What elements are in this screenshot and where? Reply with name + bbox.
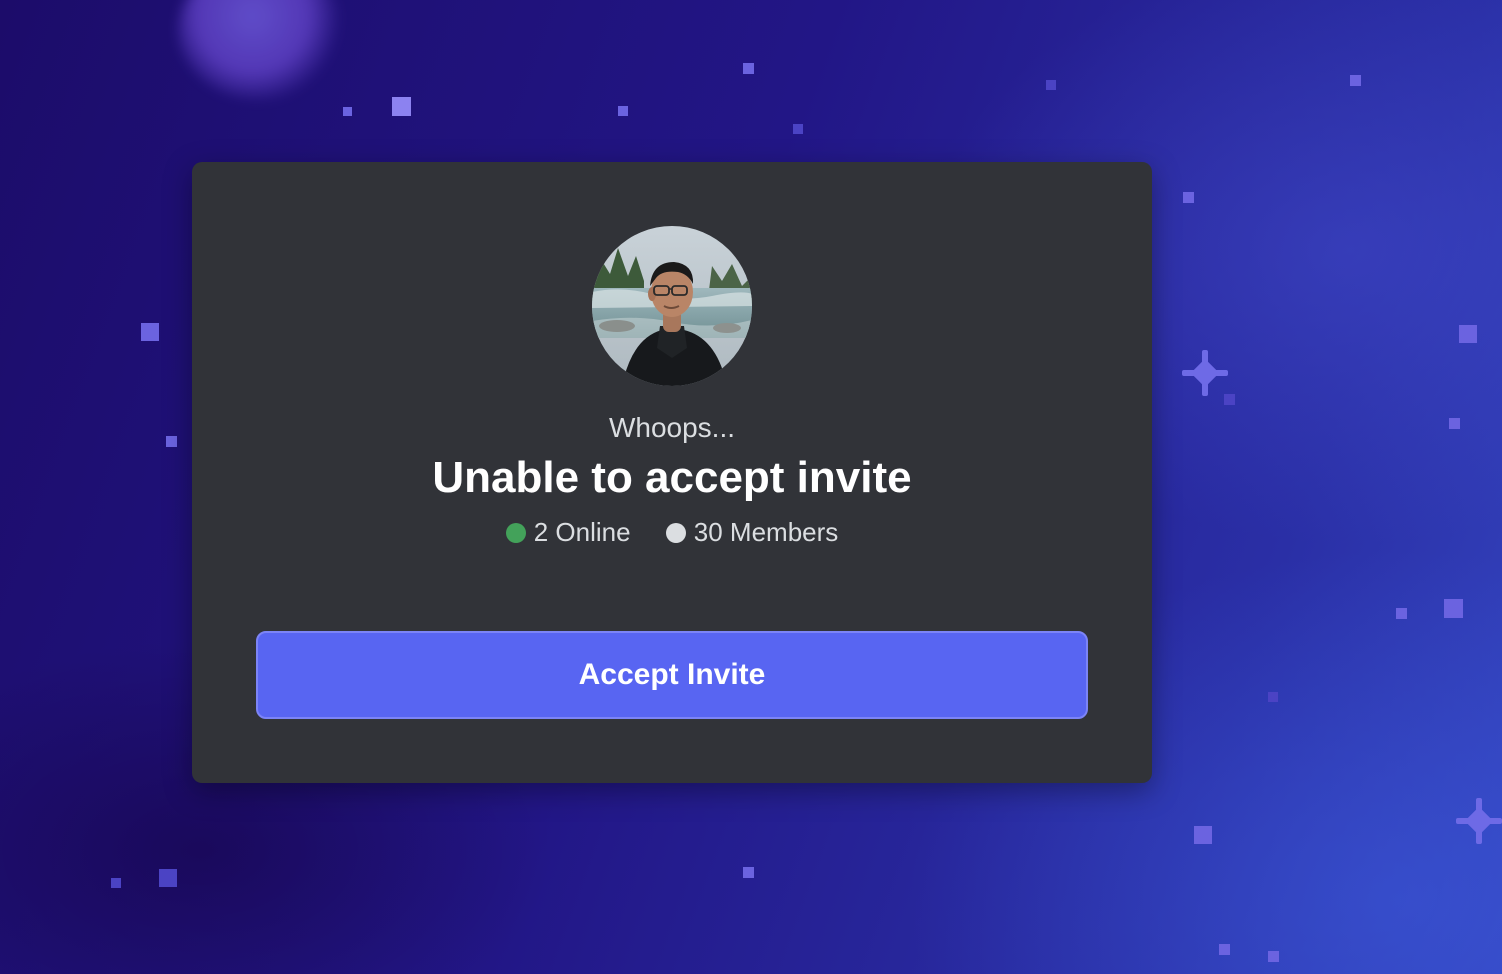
star-decoration (1396, 608, 1407, 619)
sparkle-decoration (1456, 798, 1502, 844)
star-decoration (1268, 692, 1278, 702)
star-decoration (743, 867, 754, 878)
star-decoration (1183, 192, 1194, 203)
star-decoration (159, 869, 177, 887)
invite-card: Whoops... Unable to accept invite 2 Onli… (192, 162, 1152, 783)
star-decoration (1219, 944, 1230, 955)
server-avatar-icon (592, 226, 752, 386)
members-stat: 30 Members (665, 514, 839, 550)
star-decoration (1449, 418, 1460, 429)
online-status-icon (505, 523, 526, 543)
star-decoration (111, 878, 121, 888)
star-decoration (1444, 599, 1463, 618)
sparkle-decoration (1182, 350, 1228, 396)
server-stats: 2 Online 30 Members (192, 514, 1152, 550)
members-status-icon (665, 523, 686, 543)
online-count: 2 Online (533, 517, 631, 547)
star-decoration (1350, 75, 1361, 86)
member-count: 30 Members (693, 517, 839, 547)
star-decoration (1459, 325, 1477, 343)
star-decoration (793, 124, 803, 134)
online-stat: 2 Online (505, 514, 631, 550)
star-decoration (1046, 80, 1056, 90)
server-avatar (592, 226, 752, 386)
star-decoration (1268, 951, 1279, 962)
star-decoration (141, 323, 159, 341)
star-decoration (1194, 826, 1212, 844)
invite-subtitle: Whoops... (608, 412, 736, 443)
star-decoration (392, 97, 411, 116)
planet-decoration (178, 0, 343, 100)
invite-title: Unable to accept invite (432, 453, 912, 502)
star-decoration (166, 436, 177, 447)
star-decoration (618, 106, 628, 116)
star-decoration (343, 107, 352, 116)
accept-invite-button[interactable]: Accept Invite (256, 631, 1088, 719)
star-decoration (743, 63, 754, 74)
